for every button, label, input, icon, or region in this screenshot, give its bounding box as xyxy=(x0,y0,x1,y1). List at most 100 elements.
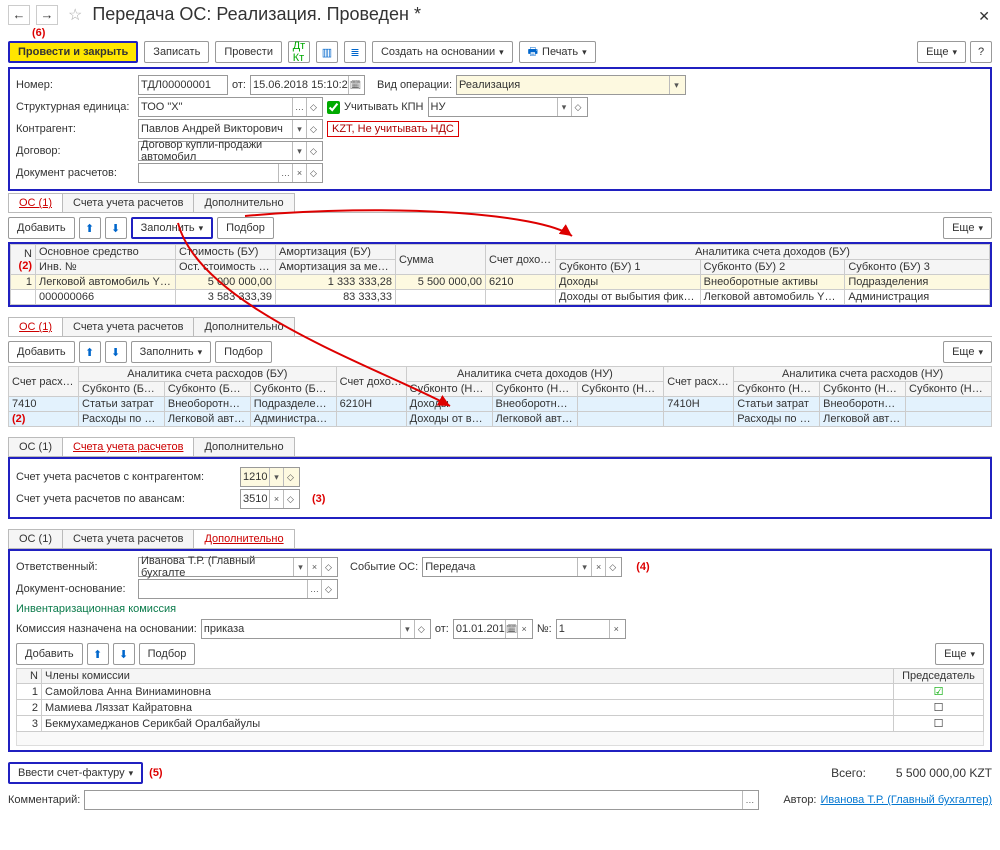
chevron-down-icon[interactable]: ▾ xyxy=(669,76,683,94)
open-icon[interactable]: ◇ xyxy=(306,164,320,182)
clear-icon[interactable]: × xyxy=(609,620,623,638)
number-field[interactable]: ТДЛ00000001 xyxy=(141,79,225,91)
more-button[interactable]: Еще ▾ xyxy=(917,41,966,63)
chevron-down-icon[interactable]: ▾ xyxy=(292,142,306,160)
os-table-2[interactable]: Счет расходов (БУ) Аналитика счета расхо… xyxy=(8,366,992,427)
open-icon[interactable]: ◇ xyxy=(283,490,297,508)
print-button[interactable]: 🖶 Печать ▾ xyxy=(519,41,596,63)
tab-accounts[interactable]: Счета учета расчетов xyxy=(62,529,194,548)
unit-field[interactable]: ТОО "X" xyxy=(141,101,292,113)
add-button[interactable]: Добавить xyxy=(8,341,75,363)
close-icon[interactable]: ✕ xyxy=(978,8,990,25)
move-up-button[interactable]: ⬆ xyxy=(79,217,101,239)
post-button[interactable]: Провести xyxy=(215,41,282,63)
favorite-icon[interactable]: ☆ xyxy=(68,5,82,25)
table-row[interactable]: 2Мамиева Ляззат Кайратовна☐ xyxy=(17,700,984,716)
clear-icon[interactable]: × xyxy=(307,558,321,576)
move-down-button[interactable]: ⬇ xyxy=(113,643,135,665)
move-down-button[interactable]: ⬇ xyxy=(105,341,127,363)
doc-icon-button[interactable]: ▥ xyxy=(316,41,338,63)
ellipsis-icon[interactable]: … xyxy=(742,791,756,809)
fill-button[interactable]: Заполнить ▾ xyxy=(131,341,212,363)
dtct-icon-button[interactable]: ДтКт xyxy=(288,41,310,63)
table-row[interactable]: 1Легковой автомобиль YYYY 5 000 000,001 … xyxy=(11,275,990,290)
table-row[interactable]: 3Бекмухамеджанов Серикбай Оралбайулы☐ xyxy=(17,716,984,732)
checkbox-icon[interactable]: ☑ xyxy=(934,686,944,698)
counter-field[interactable]: Павлов Андрей Викторович xyxy=(141,123,292,135)
tab-extra[interactable]: Дополнительно xyxy=(193,193,294,212)
table-row[interactable]: 000000066 3 583 333,3983 333,33 Доходы о… xyxy=(11,290,990,305)
nu-field[interactable]: НУ xyxy=(431,101,557,113)
tab-os[interactable]: ОС (1) xyxy=(8,193,63,212)
tab-extra[interactable]: Дополнительно xyxy=(193,437,294,456)
contract-field[interactable]: Договор купли-продажи автомобил xyxy=(141,139,292,163)
tab-accounts[interactable]: Счета учета расчетов xyxy=(62,317,194,336)
fill-button[interactable]: Заполнить ▾ xyxy=(131,217,214,239)
table-row[interactable]: 7410Статьи затратВнеоборотные ...Подразд… xyxy=(9,397,992,412)
add-button[interactable]: Добавить xyxy=(16,643,83,665)
from-date-field[interactable]: 01.01.201 xyxy=(456,623,505,635)
clear-icon[interactable]: × xyxy=(269,490,283,508)
tab-accounts[interactable]: Счета учета расчетов xyxy=(62,437,194,456)
open-icon[interactable]: ◇ xyxy=(414,620,428,638)
members-table[interactable]: NЧлены комиссииПредседатель 1Самойлова А… xyxy=(16,668,984,732)
author-link[interactable]: Иванова Т.Р. (Главный бухгалтер) xyxy=(821,794,993,806)
forward-button[interactable]: → xyxy=(36,5,58,25)
tab-os[interactable]: ОС (1) xyxy=(8,317,63,336)
run-close-button[interactable]: Провести и закрыть xyxy=(8,41,138,63)
open-icon[interactable]: ◇ xyxy=(321,580,335,598)
table-row[interactable]: (2)Расходы по вы...Легковой авто...Админ… xyxy=(9,412,992,427)
date-field[interactable]: 15.06.2018 15:10:2 xyxy=(253,79,348,91)
chevron-down-icon[interactable]: ▾ xyxy=(293,558,307,576)
calendar-icon[interactable]: 🗓 xyxy=(348,76,362,94)
clear-icon[interactable]: × xyxy=(292,164,306,182)
open-icon[interactable]: ◇ xyxy=(306,120,320,138)
tab-os[interactable]: ОС (1) xyxy=(8,437,63,456)
pick-button[interactable]: Подбор xyxy=(215,341,272,363)
more-button[interactable]: Еще ▾ xyxy=(935,643,984,665)
num-field[interactable]: 1 xyxy=(559,623,609,635)
clear-icon[interactable]: × xyxy=(591,558,605,576)
chevron-down-icon[interactable]: ▾ xyxy=(557,98,571,116)
kpn-checkbox[interactable] xyxy=(327,101,340,114)
chevron-down-icon[interactable]: ▾ xyxy=(292,120,306,138)
scrollbar[interactable] xyxy=(16,732,984,746)
open-icon[interactable]: ◇ xyxy=(605,558,619,576)
op-field[interactable]: Реализация xyxy=(459,79,669,91)
tab-accounts[interactable]: Счета учета расчетов xyxy=(62,193,194,212)
acc-b-field[interactable]: 3510 xyxy=(243,493,269,505)
pick-button[interactable]: Подбор xyxy=(139,643,196,665)
create-basis-button[interactable]: Создать на основании ▾ xyxy=(372,41,513,63)
chevron-down-icon[interactable]: ▾ xyxy=(269,468,283,486)
save-button[interactable]: Записать xyxy=(144,41,209,63)
more-button[interactable]: Еще ▾ xyxy=(943,341,992,363)
clear-icon[interactable]: × xyxy=(517,620,530,638)
checkbox-icon[interactable]: ☐ xyxy=(934,718,944,730)
tab-extra[interactable]: Дополнительно xyxy=(193,529,294,548)
os-table[interactable]: N(2) Основное средство Стоимость (БУ) Ам… xyxy=(10,244,990,305)
add-button[interactable]: Добавить xyxy=(8,217,75,239)
table-row[interactable]: 1Самойлова Анна Виниаминовна☑ xyxy=(17,684,984,700)
back-button[interactable]: ← xyxy=(8,5,30,25)
basis-field[interactable]: приказа xyxy=(204,623,400,635)
help-button[interactable]: ? xyxy=(970,41,992,63)
open-icon[interactable]: ◇ xyxy=(321,558,335,576)
acc-a-field[interactable]: 1210 xyxy=(243,471,269,483)
open-icon[interactable]: ◇ xyxy=(306,98,320,116)
checkbox-icon[interactable]: ☐ xyxy=(934,702,944,714)
ellipsis-icon[interactable]: … xyxy=(292,98,306,116)
move-up-button[interactable]: ⬆ xyxy=(79,341,101,363)
open-icon[interactable]: ◇ xyxy=(306,142,320,160)
invoice-button[interactable]: Ввести счет-фактуру ▾ xyxy=(8,762,143,784)
ellipsis-icon[interactable]: … xyxy=(307,580,321,598)
move-up-button[interactable]: ⬆ xyxy=(87,643,109,665)
calendar-icon[interactable]: 🗓 xyxy=(505,620,518,638)
list-icon-button[interactable]: ≣ xyxy=(344,41,366,63)
resp-field[interactable]: Иванова Т.Р. (Главный бухгалте xyxy=(141,555,293,579)
open-icon[interactable]: ◇ xyxy=(571,98,585,116)
tab-os[interactable]: ОС (1) xyxy=(8,529,63,548)
event-field[interactable]: Передача xyxy=(425,561,577,573)
move-down-button[interactable]: ⬇ xyxy=(105,217,127,239)
more-button[interactable]: Еще ▾ xyxy=(943,217,992,239)
chevron-down-icon[interactable]: ▾ xyxy=(400,620,414,638)
